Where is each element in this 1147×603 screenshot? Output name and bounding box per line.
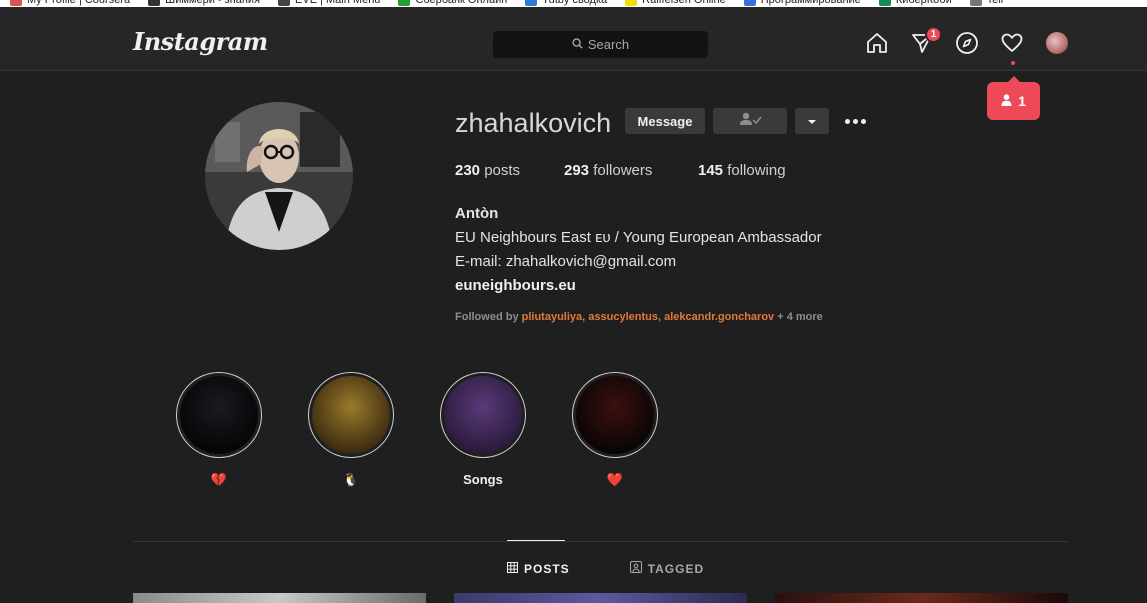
bookmark-favicon-icon	[148, 0, 161, 6]
bookmarks-bar: My Profile | Coursera Шиммери - знания EVE…	[0, 0, 1147, 7]
bio-full-name: Antòn	[455, 205, 499, 222]
bio-website-link[interactable]: euneighbours.eu	[455, 274, 822, 298]
highlight-label: ❤️	[606, 472, 624, 487]
tagged-person-icon	[629, 561, 642, 576]
top-navbar: Instagram Search 1	[0, 7, 1147, 71]
bookmark-item[interactable]: Шиммери - знания	[148, 0, 260, 6]
active-tab-indicator	[507, 540, 565, 541]
highlight-cover[interactable]	[176, 372, 262, 458]
story-highlights: 💔 🐧 Songs ❤️	[176, 372, 658, 488]
bookmark-item[interactable]: Raiffeisen Online	[625, 0, 726, 6]
bookmark-item[interactable]: Сбербанк Онлайн	[398, 0, 507, 6]
instagram-logo[interactable]: Instagram	[133, 27, 268, 56]
search-placeholder: Search	[587, 37, 630, 52]
bookmark-favicon-icon	[278, 0, 291, 6]
followers-link[interactable]: 293 followers	[564, 162, 698, 179]
suggested-dropdown-button[interactable]	[795, 108, 829, 134]
bookmark-favicon-icon	[878, 0, 891, 6]
followed-by[interactable]: Followed by pliutayuliya, assucylentus, …	[455, 311, 823, 323]
profile-tabs: POSTS TAGGED	[507, 561, 704, 576]
profile-bio: Antòn EU Neighbours East ᴇᴜ / Young Euro…	[455, 202, 822, 298]
highlight-label: 🐧	[342, 472, 360, 487]
posts-grid	[133, 593, 1068, 603]
bookmark-item[interactable]: EVE | Main Menu	[278, 0, 380, 6]
person-icon	[1001, 93, 1012, 109]
explore-compass-icon[interactable]	[955, 31, 979, 55]
highlight-cover[interactable]	[440, 372, 526, 458]
follower-notification-popup[interactable]: 1	[987, 76, 1040, 120]
posts-count: 230 posts	[455, 162, 521, 179]
highlight-label: 💔	[210, 472, 228, 487]
tabs-divider	[133, 541, 1068, 542]
bookmark-favicon-icon	[743, 0, 756, 6]
search-icon	[572, 37, 583, 52]
triangle-down-icon	[807, 112, 817, 130]
bookmark-favicon-icon	[969, 0, 982, 6]
tab-posts[interactable]: POSTS	[507, 561, 570, 576]
highlight-cover[interactable]	[308, 372, 394, 458]
bookmark-favicon-icon	[398, 0, 411, 6]
notification-count: 1	[1018, 93, 1026, 109]
home-icon[interactable]	[865, 31, 889, 55]
bookmark-item[interactable]: Tutby сводка	[525, 0, 607, 6]
activity-heart-icon[interactable]	[1000, 31, 1024, 55]
story-highlight[interactable]: ❤️	[572, 372, 658, 488]
highlight-cover[interactable]	[572, 372, 658, 458]
post-thumbnail[interactable]	[454, 593, 747, 603]
profile-stats: 230 posts 293 followers 145 following	[455, 162, 786, 179]
bookmark-favicon-icon	[525, 0, 538, 6]
following-link[interactable]: 145 following	[698, 162, 786, 179]
direct-messages-icon[interactable]: 1	[910, 26, 942, 55]
profile-username: zhahalkovich	[455, 108, 612, 138]
bookmark-item[interactable]: КиберКоби	[878, 0, 952, 6]
story-highlight[interactable]: Songs	[440, 372, 526, 488]
post-thumbnail[interactable]	[133, 593, 426, 603]
more-options-icon[interactable]	[842, 110, 868, 132]
bookmark-item[interactable]: Telr	[969, 0, 1004, 6]
followed-by-user[interactable]: pliutayuliya	[522, 311, 583, 323]
followed-by-user[interactable]: alekcandr.goncharov	[664, 311, 774, 323]
post-thumbnail[interactable]	[775, 593, 1068, 603]
followed-by-user[interactable]: assucylentus	[588, 311, 658, 323]
activity-indicator-dot	[1011, 61, 1015, 65]
grid-icon	[507, 561, 518, 576]
bio-line: EU Neighbours East ᴇᴜ / Young European A…	[455, 229, 822, 246]
story-highlight[interactable]: 💔	[176, 372, 262, 488]
bookmark-item[interactable]: My Profile | Coursera	[10, 0, 130, 6]
bio-email: E-mail: zhahalkovich@gmail.com	[455, 253, 677, 270]
profile-avatar[interactable]	[1045, 31, 1069, 55]
story-highlight[interactable]: 🐧	[308, 372, 394, 488]
bookmark-favicon-icon	[625, 0, 638, 6]
person-check-icon	[737, 112, 763, 131]
highlight-label: Songs	[463, 472, 503, 487]
following-button[interactable]	[713, 108, 787, 134]
search-input[interactable]: Search	[493, 31, 708, 58]
direct-badge: 1	[925, 26, 942, 43]
bookmark-item[interactable]: Программирование	[743, 0, 861, 6]
message-button[interactable]: Message	[625, 108, 705, 134]
tab-tagged[interactable]: TAGGED	[629, 561, 704, 576]
bookmark-favicon-icon	[10, 0, 22, 6]
profile-picture[interactable]	[205, 102, 353, 250]
